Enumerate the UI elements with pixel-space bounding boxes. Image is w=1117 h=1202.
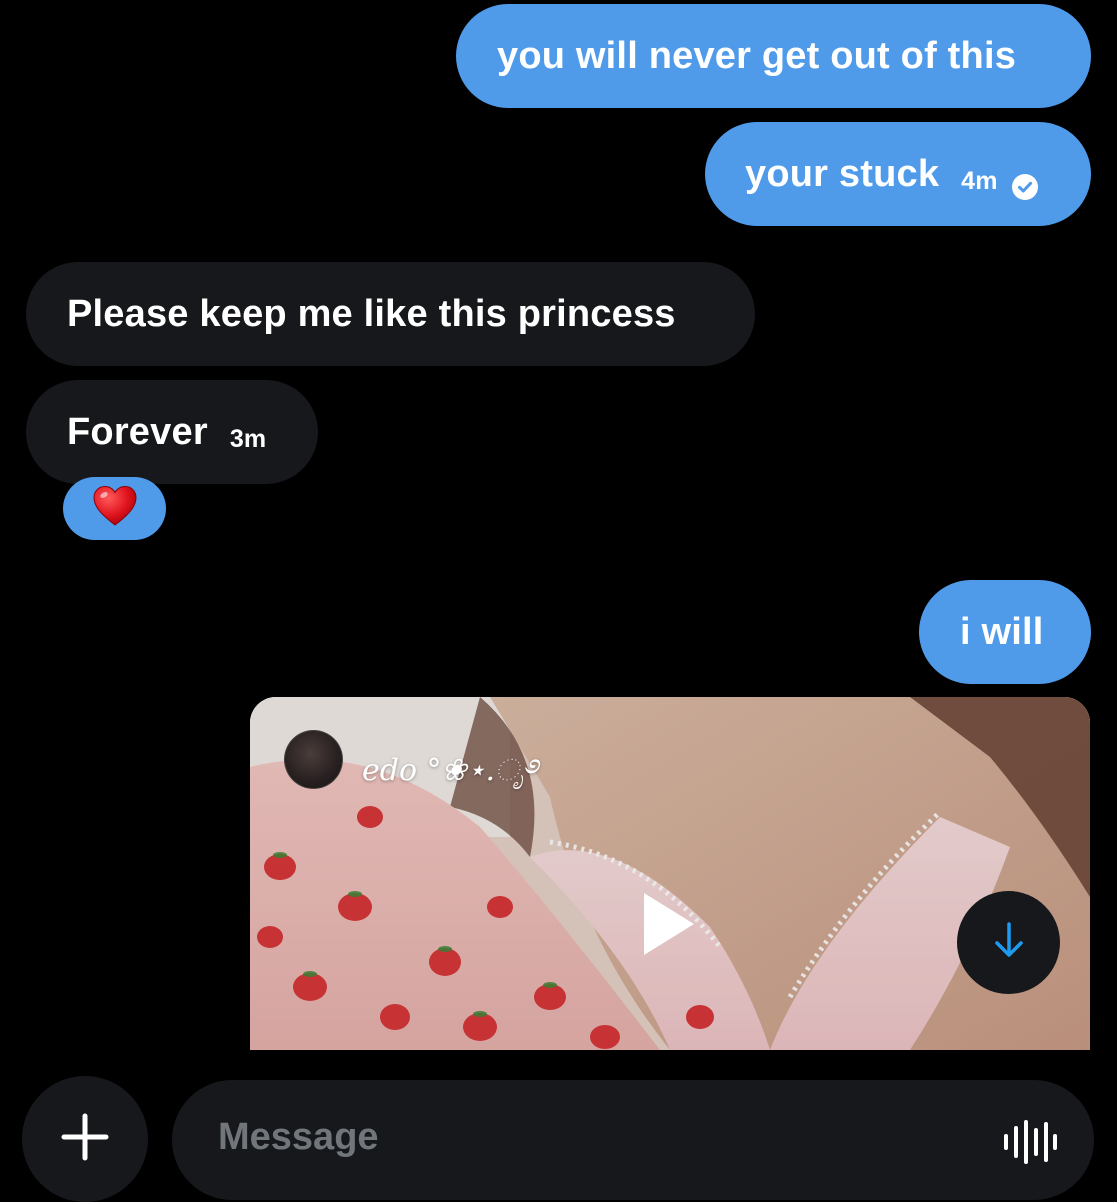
message-text: Forever bbox=[67, 410, 208, 453]
message-text: Please keep me like this princess bbox=[67, 292, 676, 335]
message-bubble-sent[interactable]: you will never get out of this bbox=[456, 4, 1091, 108]
message-bubble-sent[interactable]: i will bbox=[919, 580, 1091, 684]
message-input-placeholder: Message bbox=[218, 1116, 379, 1158]
message-text: your stuck bbox=[745, 152, 940, 195]
message-bubble-received[interactable]: Forever 3m bbox=[26, 380, 318, 484]
message-timestamp: 3m bbox=[229, 424, 267, 453]
check-circle-icon bbox=[1011, 167, 1038, 200]
plus-icon bbox=[60, 1112, 110, 1167]
heart-reaction[interactable] bbox=[63, 477, 166, 540]
video-attachment[interactable]: edo °❀⋆.ೃ࿔ bbox=[250, 697, 1090, 1050]
message-text: you will never get out of this bbox=[497, 34, 1017, 77]
add-attachment-button[interactable] bbox=[22, 1076, 148, 1202]
author-avatar[interactable] bbox=[284, 730, 343, 789]
download-button[interactable] bbox=[957, 891, 1060, 994]
message-composer[interactable]: Message bbox=[172, 1080, 1094, 1200]
waveform-icon[interactable] bbox=[1002, 1120, 1058, 1164]
message-text: i will bbox=[960, 610, 1044, 653]
arrow-down-icon bbox=[992, 920, 1026, 965]
heart-icon bbox=[92, 485, 138, 532]
play-icon[interactable] bbox=[638, 889, 698, 959]
message-bubble-received[interactable]: Please keep me like this princess bbox=[26, 262, 755, 366]
message-bubble-sent[interactable]: your stuck 4m bbox=[705, 122, 1091, 226]
author-name[interactable]: edo °❀⋆.ೃ࿔ bbox=[362, 737, 538, 821]
message-timestamp: 4m bbox=[961, 166, 998, 195]
